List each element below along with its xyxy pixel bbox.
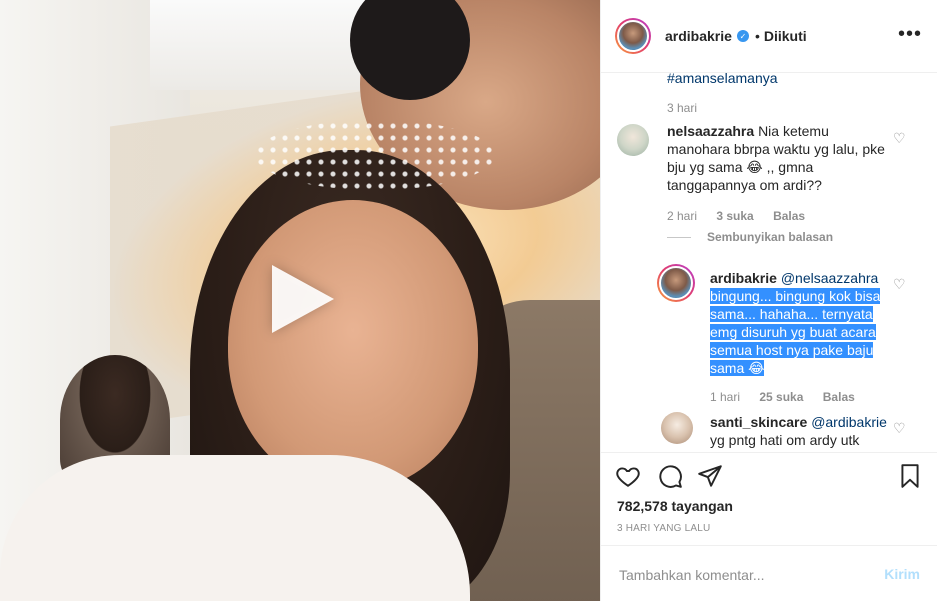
like-comment-icon[interactable]: ♡ [893, 130, 906, 147]
follow-status-button[interactable]: Diikuti [764, 28, 807, 44]
post-comment-button[interactable]: Kirim [884, 566, 920, 582]
post-date: 3 HARI YANG LALU [617, 523, 711, 534]
avatar[interactable] [657, 264, 695, 302]
comments-list[interactable]: #amanselamanya 3 hari nelsaazzahra Nia k… [601, 72, 937, 452]
photo-flower-crown [255, 120, 495, 190]
comment-likes[interactable]: 3 suka [716, 209, 753, 223]
action-bar [601, 452, 937, 495]
comment-text: nelsaazzahra Nia ketemu manohara bbrpa w… [667, 122, 887, 194]
share-icon[interactable] [697, 463, 723, 489]
reply-body: bingung... bingung kok bisa sama... haha… [710, 288, 881, 376]
post-header: ardibakrie ✓ • Diikuti ••• [601, 0, 937, 73]
caption-hashtag[interactable]: #amanselamanya [667, 72, 778, 86]
post-sidebar: ardibakrie ✓ • Diikuti ••• #amanselamany… [600, 0, 937, 601]
photo-girl-dress [0, 455, 470, 601]
reply-username[interactable]: ardibakrie [710, 270, 777, 286]
reply-button[interactable]: Balas [773, 209, 805, 223]
comment-icon[interactable] [657, 463, 683, 489]
reply-time: 1 hari [710, 390, 741, 404]
post-video[interactable] [0, 0, 600, 601]
bookmark-icon[interactable] [897, 463, 923, 489]
avatar[interactable] [617, 124, 649, 156]
hide-replies-button[interactable]: Sembunyikan balasan [667, 230, 833, 244]
reply-mention[interactable]: @ardibakrie [811, 414, 887, 430]
separator: • [754, 28, 760, 44]
heart-icon[interactable] [615, 463, 641, 489]
reply-username[interactable]: santi_skincare [710, 414, 807, 430]
hide-replies-line [667, 237, 691, 239]
comment-time: 2 hari [667, 209, 698, 223]
like-comment-icon[interactable]: ♡ [893, 276, 906, 293]
avatar[interactable] [615, 18, 651, 54]
comment-username[interactable]: nelsaazzahra [667, 123, 754, 139]
photo-girl-face [228, 200, 478, 490]
comment-meta: 2 hari 3 suka Balas [667, 209, 821, 223]
reply-button[interactable]: Balas [823, 390, 855, 404]
caption-time: 3 hari [667, 101, 698, 115]
view-count[interactable]: 782,578 tayangan [617, 498, 733, 514]
hide-replies-label: Sembunyikan balasan [707, 230, 834, 244]
reply-text: santi_skincare @ardibakrie yg pntg hati … [710, 413, 890, 449]
reply-meta: 1 hari 25 suka Balas [710, 390, 871, 404]
verified-badge-icon: ✓ [736, 30, 749, 42]
like-comment-icon[interactable]: ♡ [893, 420, 906, 437]
reply-likes[interactable]: 25 suka [759, 390, 803, 404]
comment-input[interactable] [617, 562, 871, 588]
author-username[interactable]: ardibakrie [665, 28, 732, 44]
add-comment-bar: Kirim [601, 545, 937, 602]
play-icon[interactable] [272, 265, 334, 333]
reply-mention[interactable]: @nelsaazzahra [781, 270, 879, 286]
reply-body: yg pntg hati om ardy utk [710, 432, 860, 448]
avatar[interactable] [661, 412, 693, 444]
more-options-icon[interactable]: ••• [898, 24, 922, 44]
reply-text: ardibakrie @nelsaazzahra bingung... bing… [710, 269, 890, 377]
